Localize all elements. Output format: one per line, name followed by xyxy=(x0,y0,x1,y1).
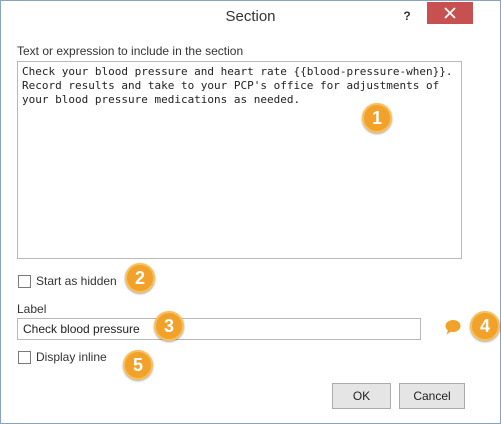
ok-button[interactable]: OK xyxy=(332,383,391,409)
start-hidden-checkbox[interactable] xyxy=(18,275,31,288)
section-text-label: Text or expression to include in the sec… xyxy=(17,44,244,58)
help-button[interactable]: ? xyxy=(397,6,417,26)
callout-badge-2: 2 xyxy=(125,263,155,293)
label-input[interactable]: Check blood pressure xyxy=(17,318,421,340)
title-bar[interactable]: Section ? xyxy=(1,1,500,32)
start-hidden-label[interactable]: Start as hidden xyxy=(36,274,117,288)
speech-bubble-icon[interactable] xyxy=(444,318,462,336)
display-inline-label[interactable]: Display inline xyxy=(36,350,107,364)
cancel-button[interactable]: Cancel xyxy=(399,383,465,409)
callout-badge-1: 1 xyxy=(362,103,392,133)
callout-badge-4: 4 xyxy=(470,311,500,341)
section-dialog: Section ? Text or expression to include … xyxy=(0,0,501,424)
callout-badge-3: 3 xyxy=(154,311,184,341)
close-icon xyxy=(444,7,456,19)
label-field-label: Label xyxy=(17,302,47,316)
dialog-title: Section xyxy=(225,8,276,25)
section-text-area[interactable]: Check your blood pressure and heart rate… xyxy=(17,61,462,259)
close-button[interactable] xyxy=(427,2,473,24)
display-inline-checkbox[interactable] xyxy=(18,351,31,364)
callout-badge-5: 5 xyxy=(123,350,153,380)
